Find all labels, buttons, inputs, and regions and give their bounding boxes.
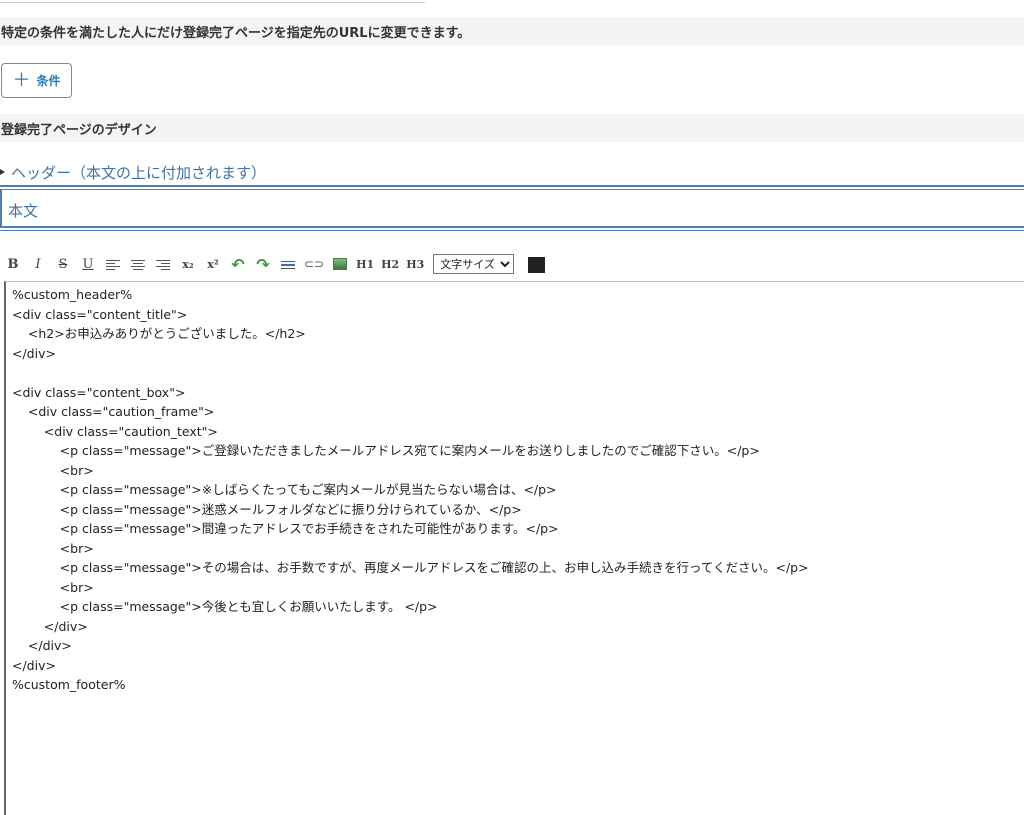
add-condition-label: 条件 — [36, 74, 61, 88]
section-divider — [0, 185, 1024, 190]
align-left-button[interactable] — [104, 254, 122, 274]
strikethrough-button[interactable]: S — [54, 254, 72, 274]
align-left-icon — [106, 259, 120, 270]
triangle-right-icon — [0, 169, 5, 175]
undo-icon[interactable]: ↶ — [229, 254, 247, 274]
design-heading-text: 登録完了ページのデザイン — [1, 122, 157, 138]
editor-line: <div class="caution_text"> — [12, 423, 218, 439]
superscript-button[interactable]: x² — [204, 254, 222, 274]
editor-line: <p class="message">ご登録いただきましたメールアドレス宛てに案… — [12, 443, 760, 458]
body-tab-border — [0, 190, 2, 228]
align-center-icon — [131, 259, 145, 270]
font-size-select[interactable]: 文字サイズ — [433, 254, 515, 274]
editor-line: <br> — [12, 540, 94, 556]
horizontal-rule-button[interactable] — [279, 254, 297, 274]
editor-line: <br> — [12, 579, 94, 595]
editor-line: <p class="message">間違ったアドレスでお手続きをされた可能性が… — [12, 521, 559, 536]
section-divider — [0, 226, 1024, 231]
redo-icon[interactable]: ↷ — [254, 254, 272, 274]
editor-line: <div class="caution_frame"> — [12, 404, 215, 419]
italic-button[interactable]: I — [29, 254, 47, 274]
subscript-button[interactable]: x₂ — [179, 254, 197, 274]
editor-line: <h2>お申込みありがとうございました。</h2> — [12, 326, 306, 341]
editor-line: <p class="message">迷惑メールフォルダなどに振り分けられている… — [12, 501, 522, 517]
underline-button[interactable]: U — [79, 254, 97, 274]
header-section-toggle[interactable]: ヘッダー（本文の上に付加されます） — [0, 160, 266, 184]
body-section-label: 本文 — [8, 202, 39, 220]
insert-image-button[interactable] — [331, 254, 349, 274]
editor-line: </div> — [12, 638, 72, 653]
top-divider — [0, 2, 425, 3]
editor-line: <div class="content_title"> — [12, 306, 188, 322]
editor-line: <div class="content_box"> — [12, 384, 186, 400]
editor-line: </div> — [12, 345, 56, 361]
editor-line: </div> — [12, 657, 56, 673]
heading1-button[interactable]: H1 — [356, 254, 374, 274]
horizontal-rule-icon — [281, 259, 295, 270]
editor-line: </div> — [12, 618, 88, 634]
align-right-icon — [156, 259, 170, 270]
link-icon[interactable]: ⊂⊃ — [304, 254, 324, 274]
editor-line: <p class="message">今後とも宜しくお願いいたします。 </p> — [12, 599, 438, 614]
text-color-swatch[interactable] — [528, 257, 546, 273]
editor-toolbar: B I S U x₂ x² ↶ ↷ ⊂⊃ H1 H2 H3 文字サイズ — [4, 252, 546, 276]
design-section-heading: 登録完了ページのデザイン — [0, 114, 1024, 142]
plus-icon: ＋ — [12, 69, 31, 91]
heading3-button[interactable]: H3 — [406, 254, 424, 274]
condition-notice: 特定の条件を満たした人にだけ登録完了ページを指定先のURLに変更できます。 — [0, 17, 1024, 45]
editor-line: <br> — [12, 462, 94, 478]
image-icon — [333, 258, 348, 270]
align-right-button[interactable] — [154, 254, 172, 274]
body-html-editor[interactable]: %custom_header% <div class="content_title… — [4, 281, 1024, 815]
editor-line: <p class="message">※しばらくたってもご案内メールが見当たらな… — [12, 482, 557, 497]
editor-line: %custom_footer% — [12, 677, 126, 692]
heading2-button[interactable]: H2 — [381, 254, 399, 274]
bold-button[interactable]: B — [4, 254, 22, 274]
condition-notice-text: 特定の条件を満たした人にだけ登録完了ページを指定先のURLに変更できます。 — [1, 25, 471, 41]
header-toggle-label: ヘッダー（本文の上に付加されます） — [11, 163, 267, 182]
editor-line: <p class="message">その場合は、お手数ですが、再度メールアドレ… — [12, 560, 809, 575]
editor-line: %custom_header% — [12, 287, 133, 302]
add-condition-button[interactable]: ＋ 条件 — [1, 63, 72, 98]
align-center-button[interactable] — [129, 254, 147, 274]
